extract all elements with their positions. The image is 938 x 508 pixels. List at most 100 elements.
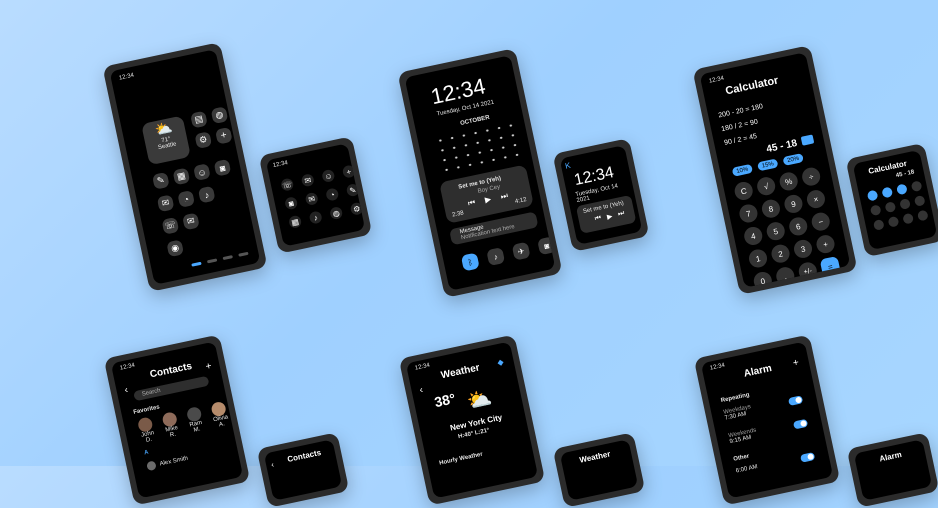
favorite-contact[interactable]: Olivia A. [207, 400, 232, 430]
weather-widget[interactable]: ⛅ 71° Seattle [141, 115, 191, 166]
favorite-contact[interactable]: Mike R. [159, 411, 182, 440]
key-9[interactable]: 9 [782, 193, 805, 215]
calendar-icon[interactable]: ▦ [172, 167, 191, 186]
key-6[interactable]: 6 [787, 215, 809, 238]
clock-icon[interactable]: ◔ [177, 190, 196, 208]
play-icon[interactable]: ▶ [606, 212, 613, 221]
key-1[interactable]: 1 [747, 247, 769, 270]
percent-20-button[interactable]: 20% [782, 153, 804, 166]
key-button[interactable] [910, 180, 923, 193]
hourly-label: Hourly Weather [438, 451, 484, 467]
key-button[interactable] [869, 204, 882, 217]
key-7[interactable]: 7 [737, 202, 760, 225]
chat-icon[interactable]: ✉ [156, 194, 175, 213]
music-icon[interactable]: ♪ [486, 247, 506, 267]
status-time: 12:34 [118, 72, 135, 82]
weather-title-small: Weather [578, 449, 612, 465]
decimal-button[interactable]: . [774, 265, 796, 287]
minus-button[interactable]: − [810, 210, 832, 233]
key-button[interactable] [902, 212, 915, 225]
location-icon[interactable]: ◆ [497, 357, 505, 367]
bluetooth-icon[interactable]: ᛒ [460, 252, 480, 272]
back-chevron-icon[interactable]: ‹ [419, 385, 425, 396]
contact-row[interactable]: Alex Smith [146, 454, 189, 472]
key-button[interactable] [887, 215, 900, 228]
key-5[interactable]: 5 [765, 220, 787, 242]
camera-icon[interactable]: ◙ [284, 196, 299, 211]
key-2[interactable]: 2 [769, 243, 792, 265]
plus-icon[interactable]: + [341, 164, 356, 179]
globe-icon[interactable]: ◍ [329, 205, 344, 221]
mail-icon[interactable]: ✉ [182, 212, 200, 231]
backspace-icon[interactable] [800, 134, 815, 146]
percent-10-button[interactable] [866, 189, 879, 202]
back-chevron-icon[interactable]: ‹ [124, 385, 130, 396]
key-8[interactable]: 8 [760, 198, 782, 220]
prev-icon[interactable]: ⏮ [594, 215, 602, 224]
camera-icon[interactable]: ◙ [213, 158, 232, 177]
music-icon[interactable]: ♪ [308, 210, 323, 225]
next-icon[interactable]: ⏭ [500, 191, 509, 202]
add-icon[interactable]: + [205, 361, 213, 373]
percent-15-button[interactable] [881, 186, 894, 199]
back-chevron-icon[interactable]: ‹ [270, 460, 274, 469]
key-4[interactable]: 4 [742, 225, 764, 247]
phone-icon[interactable]: ☏ [280, 177, 295, 192]
phone-icon[interactable]: ☏ [161, 216, 180, 235]
key-button[interactable] [913, 194, 926, 207]
percent-button[interactable]: % [777, 170, 800, 193]
globe-icon[interactable]: ◍ [210, 106, 229, 125]
next-icon[interactable]: ⏭ [617, 210, 625, 219]
contacts-icon[interactable]: ☺ [193, 163, 211, 181]
favorite-name: John D. [140, 430, 155, 444]
play-icon[interactable]: ▶ [484, 194, 492, 205]
sqrt-button[interactable]: √ [755, 175, 777, 197]
key-button[interactable] [884, 201, 897, 214]
player-controls: ⏮ ▶ ⏭ [467, 191, 509, 209]
key-button[interactable] [872, 218, 885, 231]
prev-icon[interactable]: ⏮ [467, 198, 476, 209]
contacts-icon[interactable]: ☺ [321, 168, 336, 184]
equals-button[interactable]: = [819, 255, 841, 278]
search-input[interactable]: Search [133, 375, 210, 402]
music-icon[interactable]: ♪ [197, 185, 216, 204]
chat-icon[interactable]: ✉ [300, 173, 315, 188]
calc-current: 45 - 18 [765, 137, 799, 156]
key-button[interactable] [899, 198, 911, 210]
calendar-icon[interactable]: ▦ [288, 214, 303, 229]
plus-button[interactable]: + [814, 233, 837, 255]
percent-10-button[interactable]: 10% [731, 163, 754, 177]
notes-icon[interactable]: ✎ [151, 171, 170, 190]
key-0[interactable]: 0 [752, 270, 774, 288]
gear-icon[interactable]: ⚙ [349, 201, 364, 216]
repeating-label: Repeating [720, 392, 751, 405]
divide-button[interactable]: ÷ [800, 165, 822, 188]
airplane-icon[interactable]: ✈ [511, 241, 531, 261]
gear-icon[interactable]: ⚙ [194, 131, 213, 150]
percent-15-button[interactable]: 15% [757, 158, 779, 172]
multiply-button[interactable]: × [805, 188, 827, 210]
clear-button[interactable]: C [733, 180, 755, 202]
status-time: 12:34 [414, 362, 431, 372]
alarm-phone: 12:34 Alarm + Repeating Weekdays 7:30 AM… [693, 334, 841, 506]
alarm-row[interactable]: Weekends 9:15 AM [728, 417, 809, 445]
sign-button[interactable]: +/- [797, 260, 819, 283]
photos-icon[interactable]: ◉ [166, 239, 185, 258]
alarm-screen: 12:34 Alarm + Repeating Weekdays 7:30 AM… [700, 341, 834, 499]
plus-icon[interactable]: + [214, 126, 233, 145]
favorite-contact[interactable]: Ram M. [183, 406, 207, 435]
alarm-toggle[interactable] [799, 451, 816, 463]
favorite-name: Mike R. [164, 425, 179, 439]
key-3[interactable]: 3 [792, 238, 814, 260]
clock-icon[interactable]: ◔ [325, 187, 340, 202]
percent-20-button[interactable] [896, 183, 908, 196]
notes-icon[interactable]: ✎ [345, 183, 360, 198]
favorite-contact[interactable]: John D. [135, 416, 159, 445]
add-icon[interactable]: + [792, 357, 800, 369]
mail-icon[interactable]: ✉ [304, 191, 319, 206]
contacts-screen: 12:34 Contacts ‹ + Search Favorites John… [110, 341, 244, 499]
calculator-screen: 12:34 Calculator 200 - 20 = 180 180 / 2 … [699, 52, 851, 288]
camera-icon[interactable]: ◙ [537, 236, 556, 256]
key-button[interactable] [916, 209, 929, 222]
news-icon[interactable]: ▤ [190, 110, 208, 129]
